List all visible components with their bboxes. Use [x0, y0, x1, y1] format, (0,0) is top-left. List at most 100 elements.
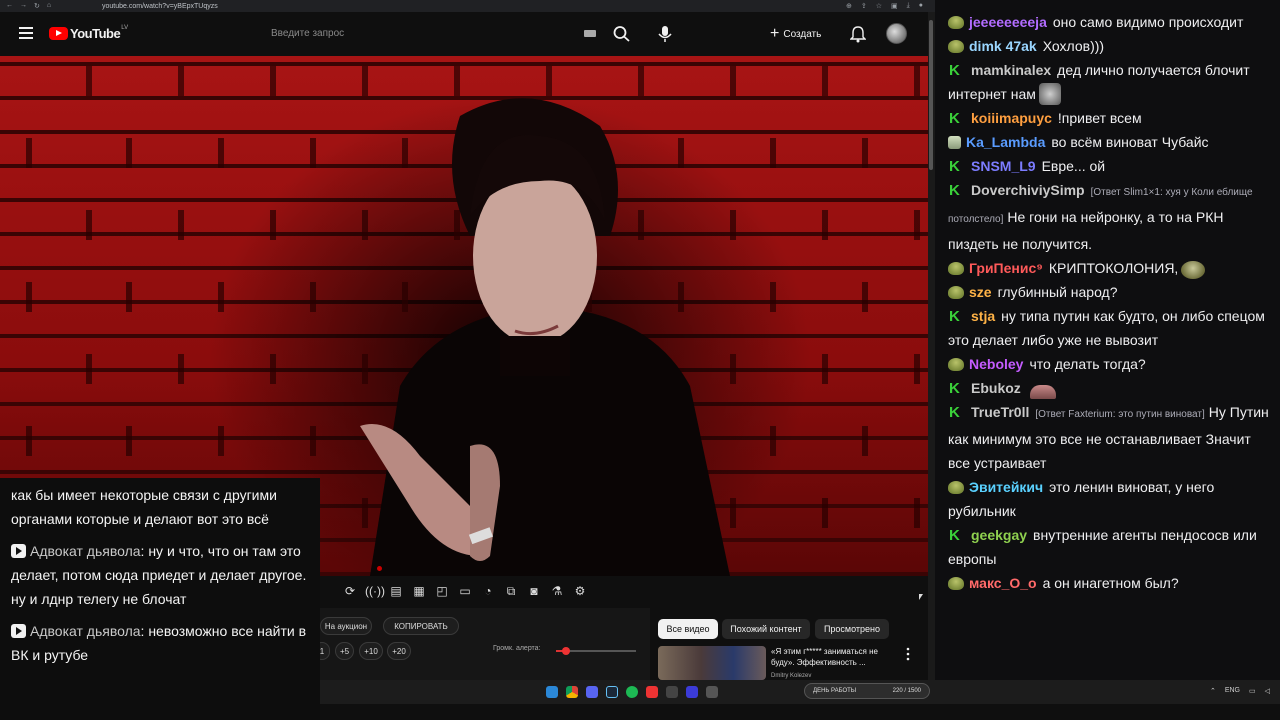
chat-username[interactable]: Эвитейкич: [969, 479, 1043, 495]
chip-watched[interactable]: Просмотрено: [815, 619, 889, 639]
filter-icon[interactable]: ⚗: [549, 584, 565, 598]
chevron-up-icon[interactable]: ⌃: [1210, 687, 1216, 695]
media-icon[interactable]: [666, 686, 678, 698]
kick-badge-icon: [948, 305, 966, 329]
chat-username[interactable]: mamkinalex: [971, 62, 1051, 78]
chat-username[interactable]: Ka_Lambda: [966, 134, 1045, 150]
chat-username[interactable]: макс_О_о: [969, 575, 1037, 591]
chat-username[interactable]: dimk 47ak: [969, 38, 1037, 54]
network-icon[interactable]: ▭: [1249, 687, 1256, 695]
share-icon[interactable]: ⇪: [861, 2, 867, 10]
subtitle-user: Адвокат дьявола: [30, 543, 141, 559]
chat-text: оно само видимо происходит: [1052, 14, 1244, 30]
address-bar[interactable]: youtube.com/watch?v=yBEpxTUqyzs: [82, 3, 218, 10]
chat-message: макс_О_о а он инагетном был?: [948, 571, 1280, 595]
step-button[interactable]: +20: [387, 642, 411, 660]
auction-button[interactable]: На аукцион: [320, 617, 372, 635]
chat-username[interactable]: DoverchiviySimp: [971, 182, 1085, 198]
telegram-icon[interactable]: [686, 686, 698, 698]
goal-label: ДЕНЬ РАБОТЫ: [813, 688, 857, 694]
chat-message: DoverchiviySimp[Ответ Slim1×1: хуя у Кол…: [948, 178, 1280, 256]
miniplayer-icon[interactable]: ▭: [457, 584, 473, 598]
frames-icon[interactable]: ▦: [411, 584, 427, 598]
chat-username[interactable]: geekgay: [971, 527, 1027, 543]
app-icon[interactable]: [706, 686, 718, 698]
chat-username[interactable]: Ebukoz: [971, 380, 1021, 396]
recommendation-channel[interactable]: Dmitry Kolezev: [771, 673, 811, 679]
chat-text: во всём виноват Чубайс: [1051, 134, 1209, 150]
chat-username[interactable]: Neboley: [969, 356, 1023, 372]
search-icon[interactable]: [612, 25, 632, 43]
chat-text: Евре... ой: [1041, 158, 1106, 174]
subtitle-line: как бы имеет некоторые связи с другими о…: [11, 483, 310, 531]
discord-icon[interactable]: [586, 686, 598, 698]
search-input[interactable]: [261, 20, 611, 46]
more-options-icon[interactable]: [904, 647, 912, 661]
plus-icon: +: [770, 25, 780, 42]
mouse-cursor-icon: [919, 594, 923, 600]
steam-icon[interactable]: [606, 686, 618, 698]
settings-icon[interactable]: ⚙: [572, 584, 588, 598]
kick-badge-icon: [948, 179, 966, 203]
copy-button[interactable]: КОПИРОВАТЬ: [383, 617, 459, 635]
forward-icon[interactable]: →: [20, 2, 27, 10]
scrollbar-thumb[interactable]: [929, 20, 933, 170]
extension-icon[interactable]: ▣: [891, 2, 898, 10]
spotify-icon[interactable]: [626, 686, 638, 698]
menu-icon[interactable]: [19, 27, 33, 39]
chip-similar[interactable]: Похожий контент: [722, 619, 810, 639]
chat-message: Эвитейкич это ленин виноват, у него рубил…: [948, 475, 1280, 523]
volume-icon[interactable]: ◁: [1265, 687, 1270, 695]
chat-text: а он инагетном был?: [1042, 575, 1179, 591]
chat-message: TrueTr0ll [Ответ Faxterium: это путин вин…: [948, 400, 1280, 475]
recommendation-thumbnail[interactable]: [658, 646, 766, 680]
clip-icon[interactable]: ⧉: [503, 584, 519, 598]
windows-icon[interactable]: [546, 686, 558, 698]
chat-username[interactable]: TrueTr0ll: [971, 404, 1029, 420]
chat-username[interactable]: jeeeeeeeeja: [969, 14, 1047, 30]
back-icon[interactable]: ←: [6, 2, 13, 10]
chat-username[interactable]: koiiimapuyc: [971, 110, 1052, 126]
profile-icon[interactable]: ●: [919, 2, 923, 10]
screen-icon[interactable]: ▤: [388, 584, 404, 598]
home-icon[interactable]: ⌂: [47, 2, 51, 10]
step-button[interactable]: +5: [335, 642, 354, 660]
chat-username[interactable]: stja: [971, 308, 995, 324]
microphone-icon[interactable]: [656, 24, 674, 44]
keyboard-icon[interactable]: [584, 30, 596, 37]
progress-marker: [377, 566, 382, 571]
kick-badge-icon: [948, 377, 966, 401]
emote-badge-icon: [948, 16, 964, 29]
step-button[interactable]: +10: [359, 642, 383, 660]
volume-knob[interactable]: [561, 647, 570, 655]
language-indicator[interactable]: ENG: [1225, 687, 1240, 695]
obs-icon[interactable]: [646, 686, 658, 698]
recommendation-title[interactable]: «Я этим г***** заниматься не буду». Эффе…: [771, 646, 901, 668]
goal-widget[interactable]: ДЕНЬ РАБОТЫ 220 / 1500: [804, 683, 930, 699]
chat-message: sze глубинный народ?: [948, 280, 1280, 304]
emote-badge-icon: [948, 262, 964, 275]
loop-icon[interactable]: ⟳: [342, 584, 358, 598]
chat-username[interactable]: sze: [969, 284, 992, 300]
bell-icon[interactable]: [850, 25, 866, 43]
create-button[interactable]: + Создать: [770, 24, 821, 44]
camera-icon[interactable]: ◙: [526, 584, 542, 598]
chip-all-videos[interactable]: Все видео: [658, 619, 718, 639]
chat-message: ГриПенис⁹ КРИПТОКОЛОНИЯ,: [948, 256, 1280, 280]
chrome-icon[interactable]: [566, 686, 578, 698]
chat-message: Neboley что делать тогда?: [948, 352, 1280, 376]
chat-username[interactable]: ГриПенис⁹: [969, 260, 1043, 276]
extensions-bar: ⊕ ⇪ ☆ ▣ ⤓ ●: [846, 2, 935, 10]
zoom-icon[interactable]: ⊕: [846, 2, 852, 10]
youtube-logo[interactable]: YouTube LV: [49, 25, 128, 41]
chat-username[interactable]: SNSM_L9: [971, 158, 1036, 174]
avatar[interactable]: [886, 23, 907, 44]
broadcast-icon[interactable]: ((·)): [365, 584, 385, 598]
reload-icon[interactable]: ↻: [34, 2, 40, 10]
taskbar-icons: [546, 686, 718, 698]
volume-slider[interactable]: [556, 647, 636, 655]
pip-icon[interactable]: ◰: [434, 584, 450, 598]
star-icon[interactable]: ☆: [876, 2, 882, 10]
download-icon[interactable]: ⤓: [907, 2, 910, 10]
speed-icon[interactable]: ◔: [480, 584, 496, 598]
